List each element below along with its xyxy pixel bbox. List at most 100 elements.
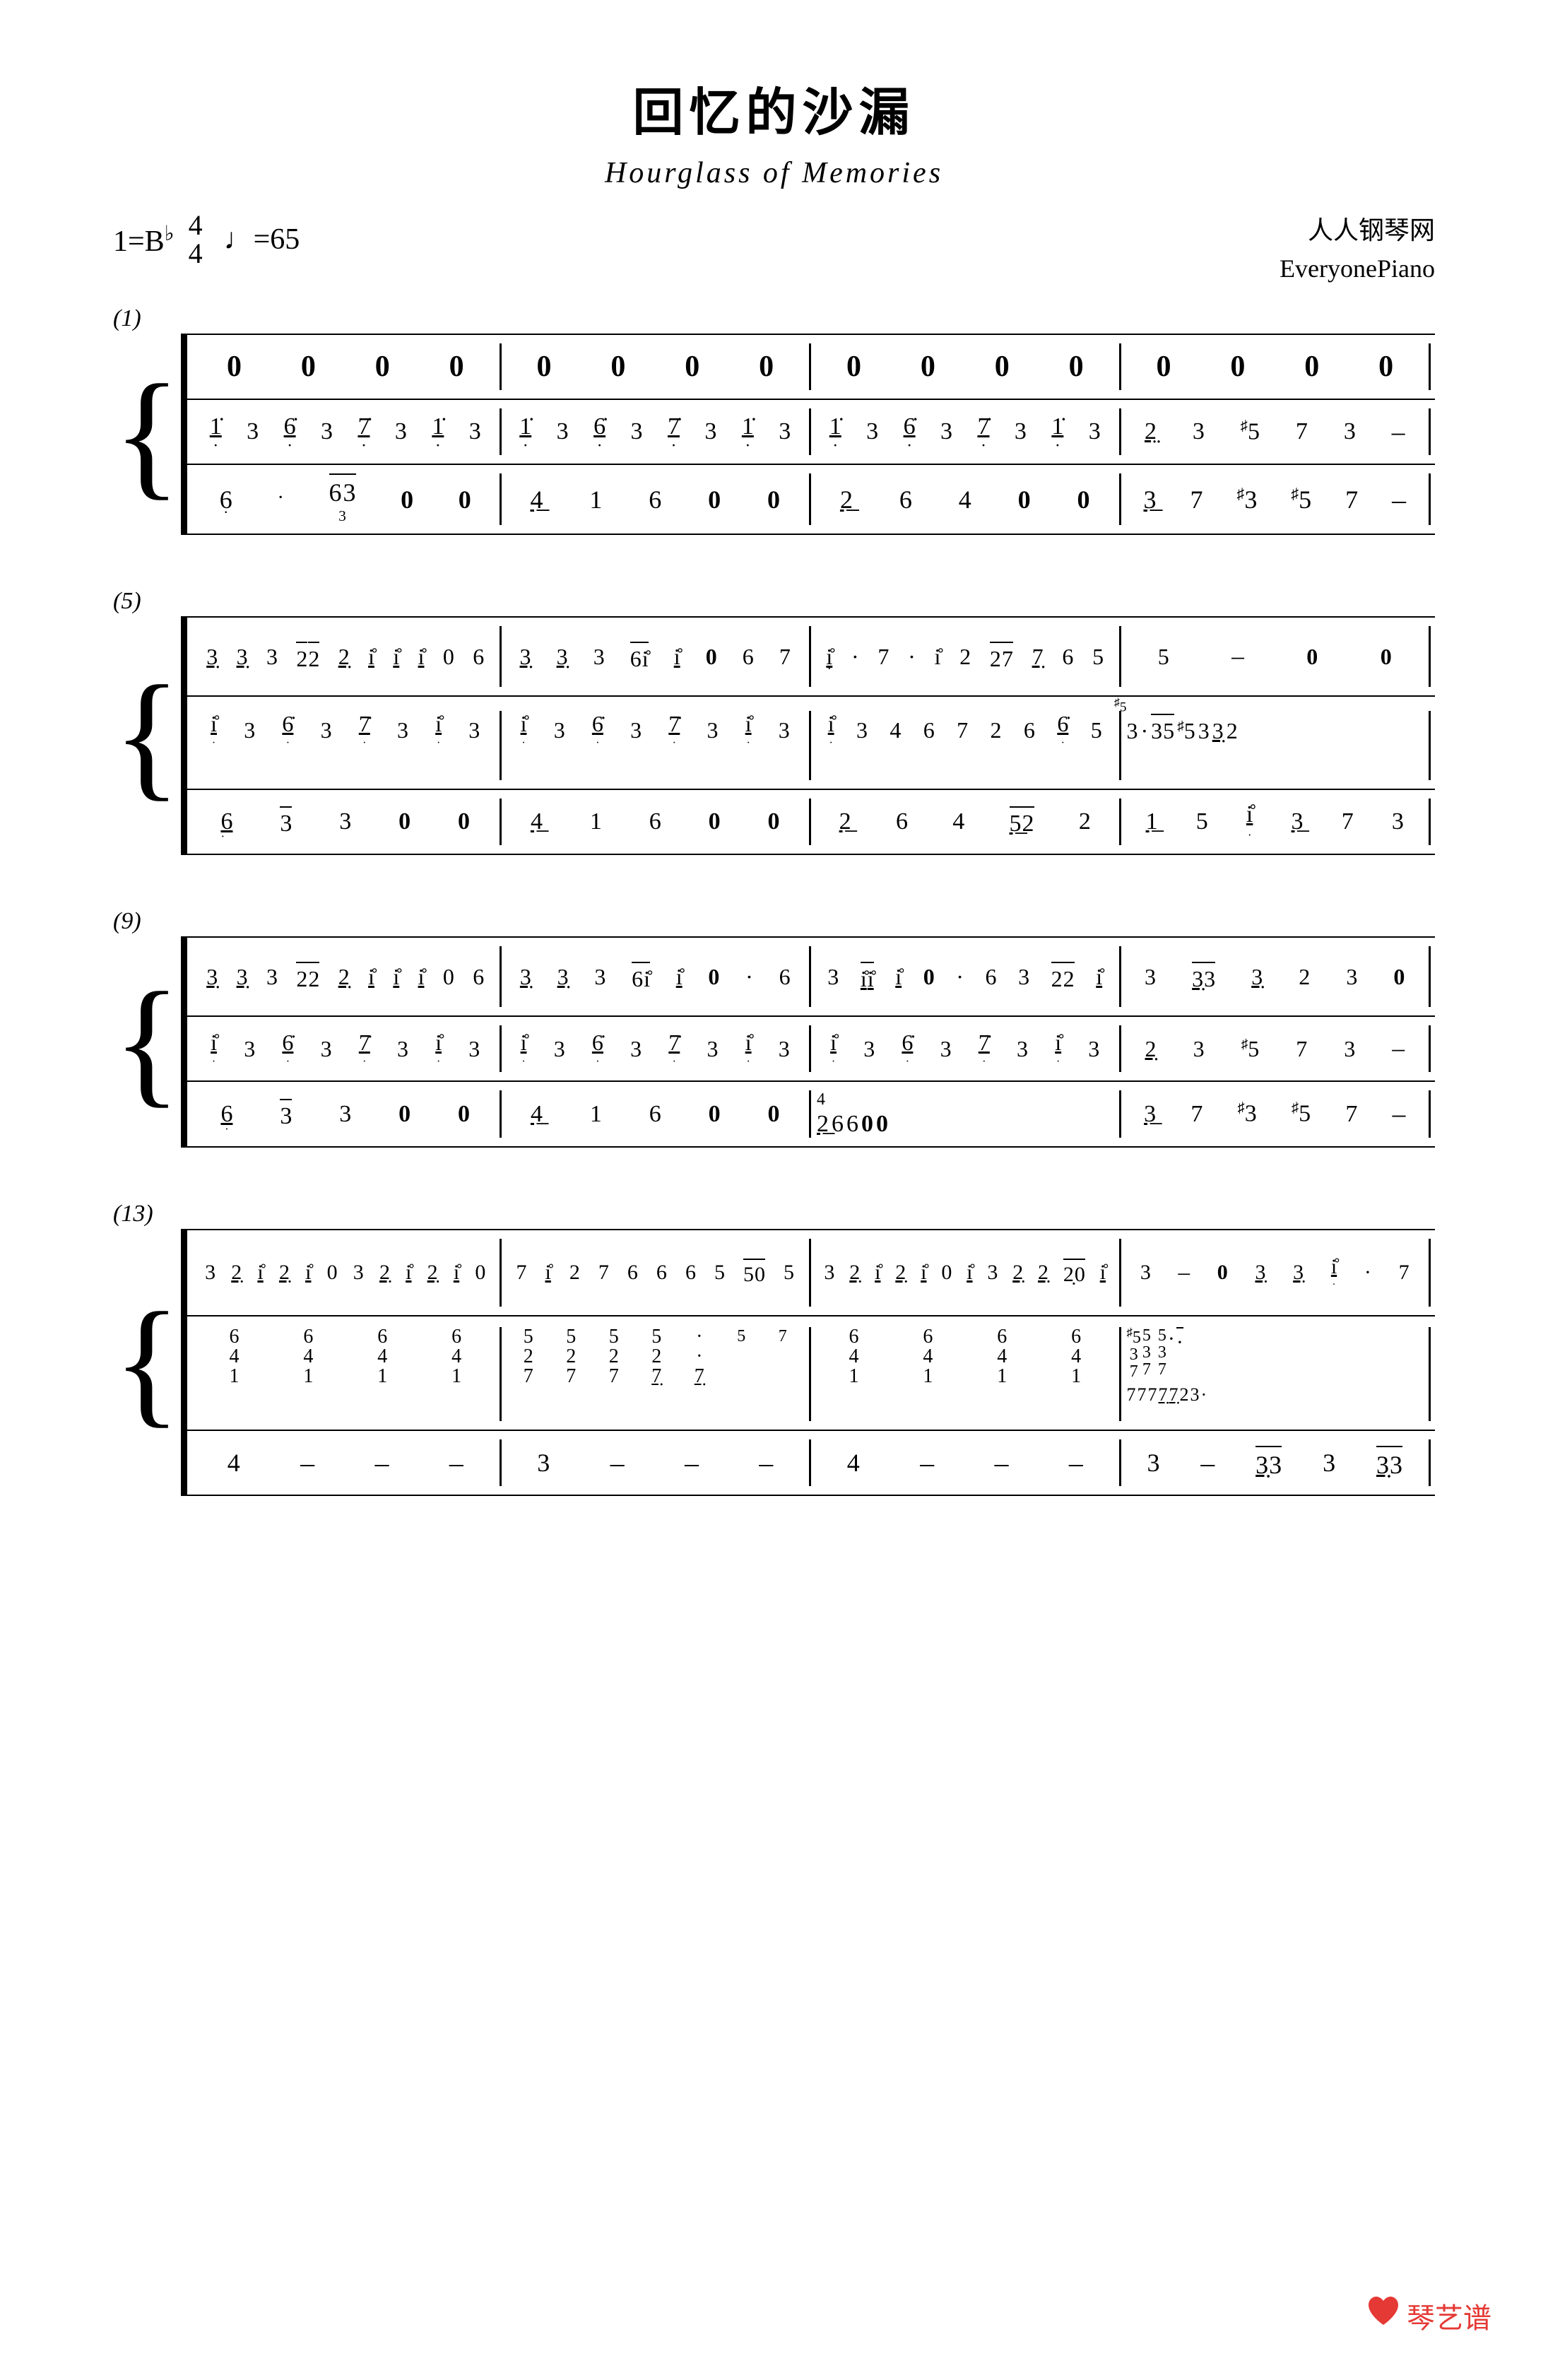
note: 7: [1296, 1036, 1307, 1062]
measure-10-4: 2̣ 3 ♯5 7 3 –: [1121, 1035, 1429, 1063]
arc-group: 2 2: [1051, 962, 1075, 992]
measure-3-1: 6· · 6 3 3: [191, 473, 500, 525]
note: 7: [516, 1261, 527, 1285]
note: 0: [1304, 350, 1319, 384]
note: 3̣: [1192, 966, 1203, 992]
arc-group: ·: [1176, 1327, 1183, 1378]
note: 3: [339, 808, 351, 835]
note: 0: [610, 350, 625, 384]
note: 3: [1392, 808, 1404, 835]
measure-14-2: 5 2 7 5 2 7 5: [502, 1327, 810, 1386]
slur-notes: 6 3 3: [329, 473, 356, 525]
tempo-info: 1=B♭ 44 ♩=65: [113, 211, 300, 268]
note: i̊ ·: [435, 1030, 442, 1068]
note: 6̇ ·: [904, 413, 916, 450]
note: 6: [630, 646, 642, 672]
note: 3: [321, 418, 333, 445]
note: 6̇ ·: [282, 711, 293, 750]
note: 7: [1345, 1101, 1357, 1128]
dot: ·: [670, 442, 676, 450]
note: 7: [1345, 485, 1358, 514]
note: 3: [1193, 1036, 1205, 1062]
measure-7-4: 1̲ 5 i̊ · 3̲ 7 3: [1121, 801, 1429, 842]
note: 2̣: [338, 964, 350, 990]
note: 0: [536, 350, 551, 384]
note: i̊: [642, 646, 649, 672]
note: 3: [339, 1101, 351, 1128]
note: 3: [321, 1036, 332, 1062]
note: i̊: [393, 644, 399, 670]
staff-group-13: { 3 2̣ i̊ 2̣ i̊ 0: [113, 1229, 1435, 1496]
note: 0: [706, 644, 717, 670]
note: 6: [896, 808, 908, 835]
note: 4: [952, 808, 964, 835]
chord-row: ♯5 3 7 5 3 7: [1127, 1327, 1183, 1380]
dot: ·: [435, 442, 441, 450]
section-9-label: (9): [113, 905, 1435, 936]
note: 7: [957, 717, 968, 743]
note: 4: [228, 1448, 240, 1478]
note: 3: [1151, 718, 1162, 744]
chord-note: 1: [1071, 1367, 1081, 1386]
note: 3: [1089, 418, 1101, 445]
note: 2̣: [1012, 1261, 1023, 1285]
section-9: (9) { 3̣ 3̣ 3 2: [113, 905, 1435, 1148]
note: 6: [473, 964, 484, 990]
note: ♯5: [1241, 418, 1260, 445]
note: 7̇ ·: [979, 1030, 990, 1068]
measure-5-4: 5 – 0 0: [1121, 642, 1429, 671]
chord-note: 1: [303, 1367, 313, 1386]
note: 0: [923, 964, 935, 990]
chord-note: 1: [849, 1367, 858, 1386]
note: 3: [1015, 418, 1027, 445]
note: 0: [846, 350, 861, 384]
arc-group: 3̣ 3: [1255, 1446, 1282, 1480]
note: 3: [266, 644, 278, 670]
measure-2-3: 1̇ · 3 6̇ · 3 7̇: [811, 413, 1119, 450]
measure-15-3: 4 – – –: [811, 1447, 1119, 1479]
note: 3: [537, 1448, 550, 1478]
note: 6 ·: [220, 808, 232, 835]
chord-note: 7: [609, 1367, 619, 1386]
note: 2: [308, 966, 319, 992]
note: 2: [991, 717, 1002, 743]
note: i̊ ·: [745, 711, 752, 750]
chord-note: ·: [696, 1327, 702, 1347]
page: 回忆的沙漏 Hourglass of Memories 1=B♭ 44 ♩=65…: [0, 0, 1548, 2380]
chord-note: 5: [524, 1327, 533, 1347]
measure-1-3: 0 0 0 0: [811, 350, 1119, 384]
note: 3: [469, 418, 481, 445]
note: 2̣: [379, 1261, 390, 1285]
note: 3: [866, 418, 878, 445]
note: 3: [940, 418, 952, 445]
note: 7̇ ·: [359, 1030, 370, 1068]
note: 4̲: [530, 485, 543, 514]
chord-note: 1: [997, 1367, 1007, 1386]
note: 3: [247, 418, 259, 445]
note: 3: [1018, 964, 1029, 990]
note: i̊ ·: [521, 1030, 527, 1068]
chord: 5 3 7: [1142, 1327, 1151, 1378]
arc-group: 2 7: [990, 642, 1013, 672]
note: ♯5: [1291, 485, 1311, 514]
note: 6: [923, 717, 935, 743]
measure-11-3: 4 2̲ 6 6 0 0: [811, 1090, 1119, 1138]
note: 6: [899, 485, 912, 514]
measure-10-2: i̊ · 3 6̇ · 3 7̇: [502, 1030, 810, 1068]
note: i̊: [257, 1261, 263, 1285]
note: 0: [1069, 350, 1084, 384]
chord-note: 6: [377, 1327, 387, 1347]
note: 0: [755, 1263, 765, 1287]
note: i̊: [676, 964, 683, 990]
measure-15-2: 3 – – –: [502, 1447, 810, 1479]
measure-15-4: 3 – 3̣ 3 3 3̣ 3: [1121, 1446, 1429, 1480]
note: i̊: [305, 1261, 311, 1285]
note: 0: [375, 350, 390, 384]
note: 3̣: [206, 644, 218, 670]
note: 6̇ ·: [282, 1030, 293, 1068]
chord-note: 4: [303, 1347, 313, 1367]
note: i̊ ·: [830, 1030, 837, 1068]
note: 2̣: [1063, 1263, 1074, 1287]
measure-6-1: i̊ · 3 6̇ · 3 7̇: [191, 711, 500, 750]
sharp5-chord: ♯5 3 7 5 3 7: [1127, 1327, 1151, 1380]
